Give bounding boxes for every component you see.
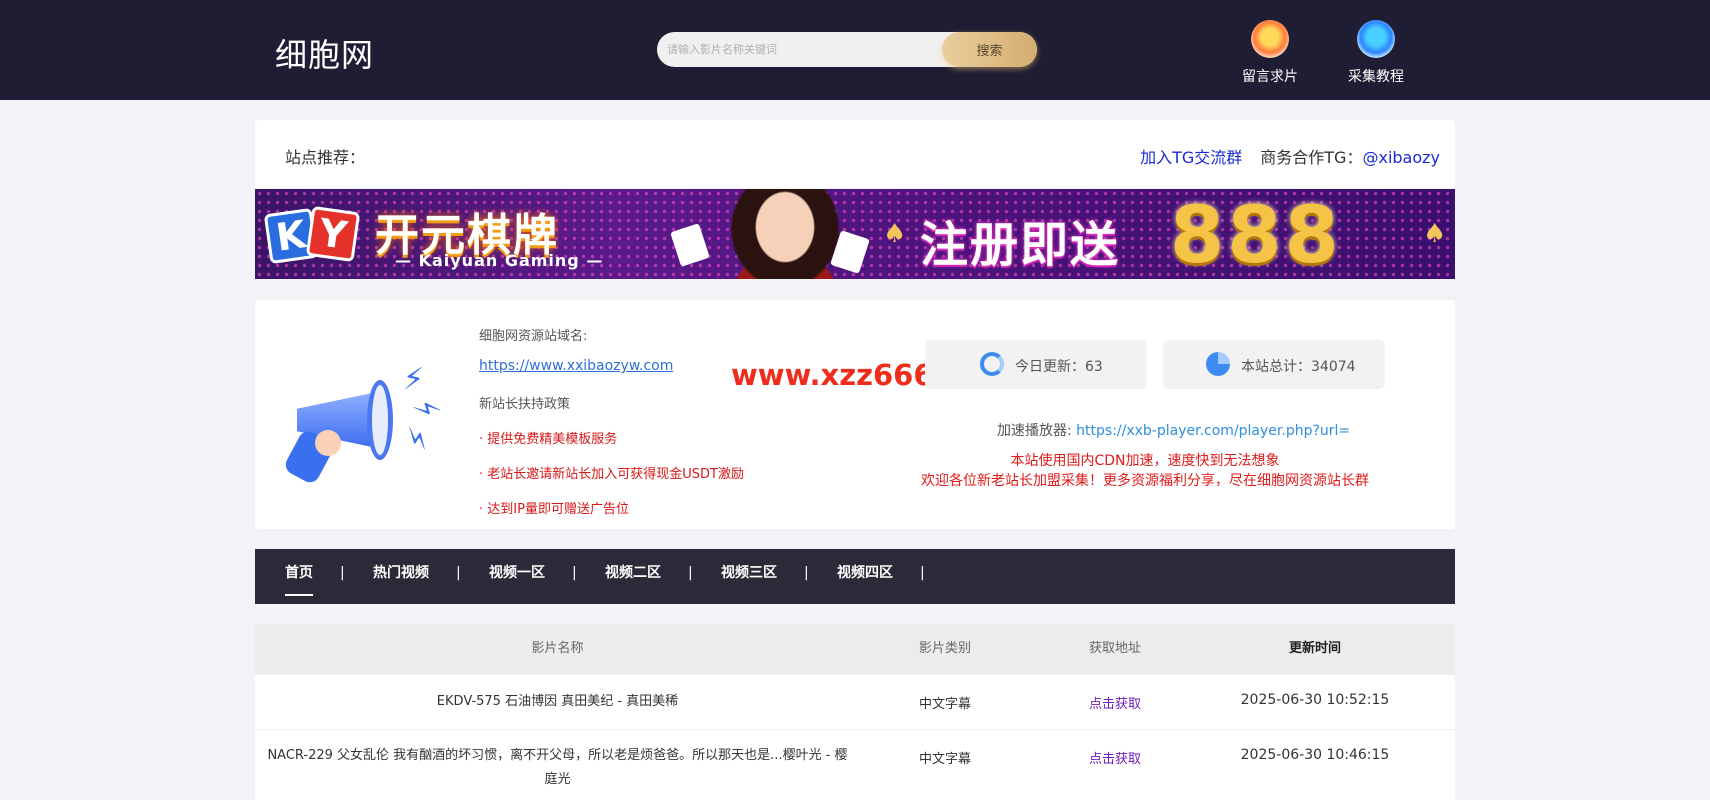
player-label: 加速播放器:: [997, 423, 1072, 439]
banner-brand-en: — Kaiyuan Gaming —: [395, 251, 604, 270]
recommend-label: 站点推荐：: [285, 148, 366, 167]
recommend-links: 加入TG交流群 商务合作TG：@xibaozy: [1140, 144, 1440, 168]
site-header: 细胞网 搜索 留言求片 采集教程: [0, 0, 1710, 100]
kaiyuan-logo: K Y: [263, 205, 363, 265]
domain-label: 细胞网资源站域名:: [479, 329, 588, 344]
domain-url-link[interactable]: https://www.xxibaozyw.com: [479, 358, 673, 374]
video-title: EKDV-575 石油博因 真田美纪 - 真田美稀: [436, 694, 679, 709]
logo-letter-y: Y: [305, 205, 361, 263]
video-time: 2025-06-30 10:46:15: [1240, 747, 1390, 763]
player-url-link[interactable]: https://xxb-player.com/player.php?url=: [1076, 423, 1350, 439]
player-line: 加速播放器: https://xxb-player.com/player.php…: [997, 420, 1350, 440]
message-icon: [1251, 20, 1289, 58]
site-recommend-bar: 站点推荐： 加入TG交流群 商务合作TG：@xibaozy: [255, 120, 1455, 188]
nav-zone-3[interactable]: 视频三区: [721, 549, 777, 604]
policy-item: · 老站长邀请新站长加入可获得现金USDT激励: [479, 467, 744, 482]
lightbulb-icon: [1357, 20, 1395, 58]
nav-zone-2[interactable]: 视频二区: [605, 549, 661, 604]
welcome-notice: 欢迎各位新老站长加盟采集！更多资源福利分享，尽在细胞网资源站长群: [921, 473, 1369, 489]
video-title: NACR-229 父女乱伦 我有酗酒的坏习惯，离不开父母，所以老是烦爸爸。所以那…: [267, 748, 848, 787]
search-button[interactable]: 搜索: [942, 32, 1037, 67]
category-nav: 首页 | 热门视频 | 视频一区 | 视频二区 | 视频三区 | 视频四区 |: [255, 549, 1455, 604]
spade-icon: ♠: [1423, 219, 1447, 249]
video-category: 中文字幕: [918, 752, 971, 767]
nav-home[interactable]: 首页: [285, 556, 313, 596]
nav-zone-1[interactable]: 视频一区: [489, 549, 545, 604]
request-movie-label: 留言求片: [1242, 69, 1298, 85]
video-table: 影片名称 影片类别 获取地址 更新时间 EKDV-575 石油博因 真田美纪 -…: [255, 624, 1455, 800]
site-logo[interactable]: 细胞网: [275, 30, 374, 76]
header-time: 更新时间: [1288, 641, 1341, 656]
ad-banner[interactable]: K Y 开元棋牌 — Kaiyuan Gaming — ♠ 注册即送 888 ♠: [255, 189, 1455, 279]
video-link-cell: 点击获取: [1045, 693, 1185, 712]
megaphone-icon: ⚡ ⚡ ⚡: [282, 362, 455, 488]
cdn-notice: 本站使用国内CDN加速，速度快到无法想象: [1010, 453, 1280, 469]
tg-group-link[interactable]: 加入TG交流群: [1140, 148, 1242, 167]
policy-item: · 达到IP量即可赠送广告位: [479, 502, 629, 517]
refresh-icon: [980, 352, 1004, 376]
total-count-text: 本站总计：34074: [1241, 359, 1356, 375]
table-row: NACR-229 父女乱伦 我有酗酒的坏习惯，离不开父母，所以老是烦爸爸。所以那…: [255, 729, 1455, 800]
video-link-cell: 点击获取: [1045, 748, 1185, 767]
request-movie-link[interactable]: 留言求片: [1230, 20, 1310, 86]
spade-icon: ♠: [883, 219, 907, 249]
total-count-stat: 本站总计：34074: [1163, 340, 1385, 389]
tutorial-label: 采集教程: [1348, 69, 1404, 85]
site-info-panel: ⚡ ⚡ ⚡ 细胞网资源站域名: https://www.xxibaozyw.co…: [255, 300, 1455, 529]
banner-model-image: [725, 189, 845, 279]
pie-chart-icon: [1206, 352, 1230, 376]
policy-title: 新站长扶持政策: [479, 397, 571, 412]
business-label: 商务合作TG：: [1260, 148, 1363, 167]
table-row: EKDV-575 石油博因 真田美纪 - 真田美稀 中文字幕 点击获取 2025…: [255, 674, 1455, 729]
policy-item: · 提供免费精美模板服务: [479, 432, 618, 447]
banner-promo-number: 888: [1170, 191, 1342, 279]
video-time: 2025-06-30 10:52:15: [1240, 692, 1390, 708]
today-update-stat: 今日更新：63: [925, 340, 1147, 389]
get-link[interactable]: 点击获取: [1089, 752, 1141, 767]
header-link: 获取地址: [1088, 641, 1141, 656]
banner-promo-text: 注册即送: [920, 217, 1121, 273]
get-link[interactable]: 点击获取: [1089, 697, 1141, 712]
search-bar: 搜索: [657, 32, 1037, 67]
playing-card-left: [670, 223, 710, 267]
business-handle-link[interactable]: @xibaozy: [1362, 148, 1440, 167]
today-update-text: 今日更新：63: [1015, 359, 1103, 375]
nav-hot-videos[interactable]: 热门视频: [373, 549, 429, 604]
search-input[interactable]: [667, 32, 947, 67]
video-category: 中文字幕: [918, 697, 971, 712]
header-title: 影片名称: [531, 641, 584, 656]
tutorial-link[interactable]: 采集教程: [1336, 20, 1416, 86]
table-header: 影片名称 影片类别 获取地址 更新时间: [255, 624, 1455, 674]
nav-zone-4[interactable]: 视频四区: [837, 549, 893, 604]
header-category: 影片类别: [918, 641, 971, 656]
